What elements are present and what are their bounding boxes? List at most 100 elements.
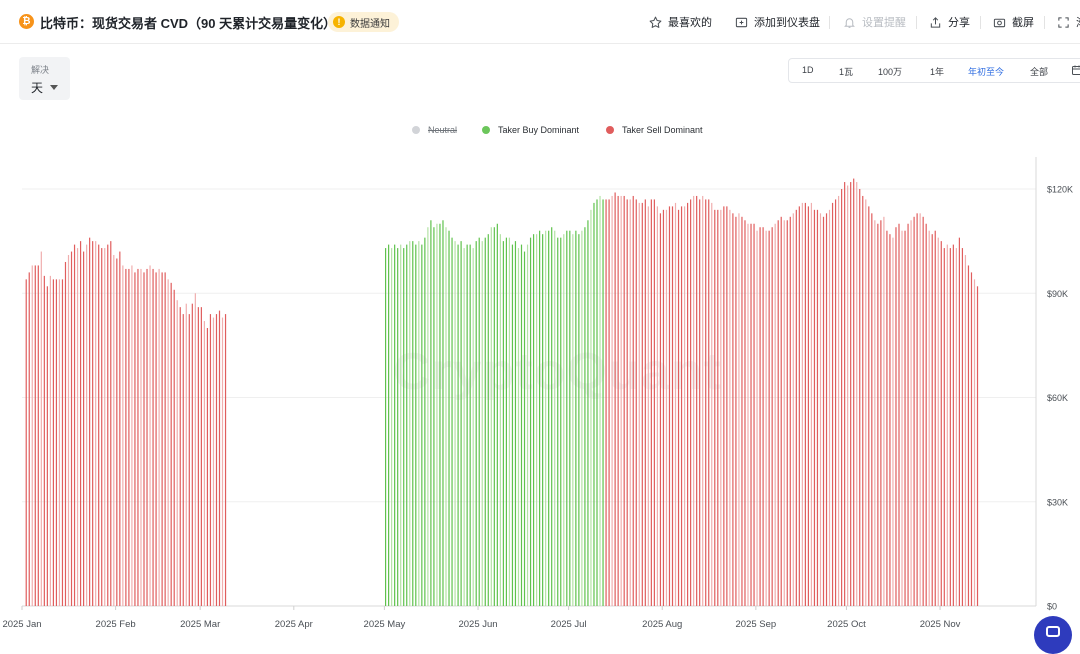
add-to-dashboard-button[interactable]: 添加到仪表盘: [735, 14, 820, 30]
buy-dominant-bar: [518, 248, 519, 606]
resolution-label: 解决: [31, 63, 70, 76]
sell-dominant-bar: [180, 307, 181, 606]
sell-dominant-bar: [932, 234, 933, 606]
screenshot-button[interactable]: 截屏: [993, 14, 1034, 30]
sell-dominant-bar: [832, 203, 833, 606]
legend-swatch: [606, 126, 614, 134]
sell-dominant-bar: [726, 206, 727, 606]
sell-dominant-bar: [690, 199, 691, 606]
buy-dominant-bar: [602, 199, 603, 606]
buy-dominant-bar: [599, 196, 600, 606]
legend-label: Taker Sell Dominant: [622, 125, 703, 135]
data-alert-badge[interactable]: ! 数据通知: [328, 12, 399, 32]
sell-dominant-bar: [820, 213, 821, 606]
sell-dominant-bar: [189, 314, 190, 606]
divider: [916, 16, 917, 29]
sell-dominant-bar: [938, 238, 939, 606]
y-tick-label: $0: [1047, 602, 1057, 612]
sell-dominant-bar: [134, 272, 135, 606]
x-tick-label: 2025 May: [364, 619, 406, 630]
share-button[interactable]: 分享: [929, 14, 970, 30]
sell-dominant-bar: [615, 192, 616, 606]
range-1d-button[interactable]: 1D: [802, 65, 814, 75]
legend-item-buy-dominant[interactable]: Taker Buy Dominant: [482, 125, 579, 135]
sell-dominant-bar: [86, 245, 87, 606]
resolution-select[interactable]: 解决 天: [19, 57, 70, 100]
sell-dominant-bar: [723, 206, 724, 606]
range-ytd-button[interactable]: 年初至今: [968, 65, 1004, 78]
range-1m-button[interactable]: 100万: [878, 65, 902, 78]
sell-dominant-bar: [125, 269, 126, 606]
buy-dominant-bar: [436, 224, 437, 606]
favorite-button[interactable]: 最喜欢的: [649, 14, 712, 30]
sell-dominant-bar: [624, 196, 625, 606]
data-alert-label: 数据通知: [350, 15, 390, 30]
sell-dominant-bar: [59, 279, 60, 606]
buy-dominant-bar: [479, 238, 480, 606]
sell-dominant-bar: [750, 224, 751, 606]
buy-dominant-bar: [406, 245, 407, 606]
buy-dominant-bar: [509, 238, 510, 606]
legend-item-sell-dominant[interactable]: Taker Sell Dominant: [606, 125, 703, 135]
share-label: 分享: [948, 14, 970, 30]
sell-dominant-bar: [793, 213, 794, 606]
sell-dominant-bar: [41, 252, 42, 606]
sell-dominant-bar: [116, 259, 117, 607]
sell-dominant-bar: [708, 199, 709, 606]
sell-dominant-bar: [177, 300, 178, 606]
sell-dominant-bar: [612, 196, 613, 606]
sell-dominant-bar: [636, 199, 637, 606]
buy-dominant-bar: [590, 210, 591, 606]
calendar-icon[interactable]: [1072, 65, 1080, 75]
sell-dominant-bar: [192, 304, 193, 606]
sell-dominant-bar: [162, 272, 163, 606]
buy-dominant-bar: [482, 241, 483, 606]
buy-dominant-bar: [470, 245, 471, 606]
buy-dominant-bar: [596, 199, 597, 606]
legend-item-neutral[interactable]: Neutral: [412, 125, 457, 135]
buy-dominant-bar: [476, 241, 477, 606]
sell-dominant-bar: [971, 272, 972, 606]
sell-dominant-bar: [642, 203, 643, 606]
buy-dominant-bar: [536, 234, 537, 606]
sell-dominant-bar: [95, 241, 96, 606]
sell-dominant-bar: [152, 269, 153, 606]
buy-dominant-bar: [394, 245, 395, 606]
sell-dominant-bar: [720, 210, 721, 606]
legend-swatch: [482, 126, 490, 134]
sell-dominant-bar: [222, 318, 223, 606]
range-1w-button[interactable]: 1瓦: [839, 65, 853, 78]
buy-dominant-bar: [491, 227, 492, 606]
sell-dominant-bar: [32, 265, 33, 606]
sell-dominant-bar: [657, 206, 658, 606]
sell-dominant-bar: [165, 272, 166, 606]
fullscreen-button[interactable]: 渐: [1057, 14, 1080, 30]
sell-dominant-bar: [107, 245, 108, 606]
chat-support-button[interactable]: [1034, 616, 1072, 654]
sell-dominant-bar: [219, 311, 220, 606]
buy-dominant-bar: [403, 248, 404, 606]
sell-dominant-bar: [772, 227, 773, 606]
buy-dominant-bar: [415, 245, 416, 606]
sell-dominant-bar: [892, 238, 893, 606]
sell-dominant-bar: [823, 217, 824, 606]
range-all-button[interactable]: 全部: [1030, 65, 1048, 78]
sell-dominant-bar: [633, 196, 634, 606]
sell-dominant-bar: [917, 213, 918, 606]
buy-dominant-bar: [584, 227, 585, 606]
set-alert-button[interactable]: 设置提醒: [843, 14, 906, 30]
sell-dominant-bar: [965, 255, 966, 606]
range-1y-button[interactable]: 1年: [930, 65, 944, 78]
dashboard-add-icon: [735, 16, 748, 29]
buy-dominant-bar: [566, 231, 567, 606]
sell-dominant-bar: [784, 220, 785, 606]
buy-dominant-bar: [391, 248, 392, 606]
x-tick-label: 2025 Jun: [458, 619, 497, 630]
sell-dominant-bar: [941, 241, 942, 606]
buy-dominant-bar: [506, 238, 507, 606]
sell-dominant-bar: [947, 245, 948, 606]
buy-dominant-bar: [503, 241, 504, 606]
sell-dominant-bar: [877, 224, 878, 606]
buy-dominant-bar: [385, 248, 386, 606]
sell-dominant-bar: [968, 265, 969, 606]
